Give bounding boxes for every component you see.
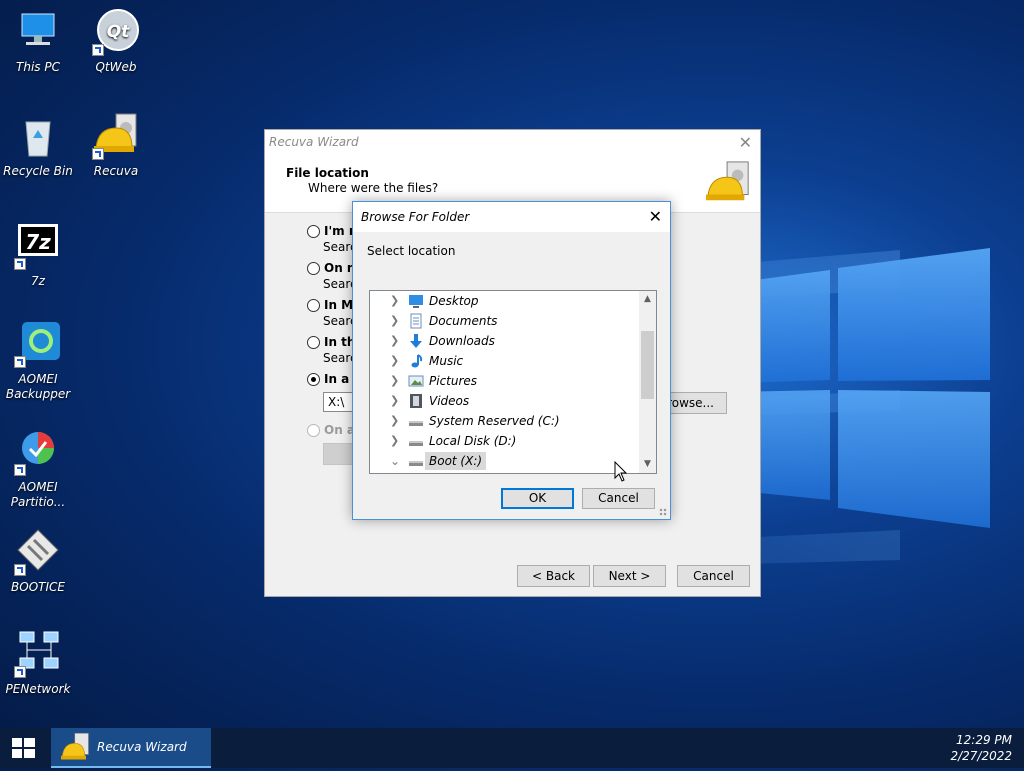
tree-item-music[interactable]: ❯ Music [370, 351, 640, 371]
chevron-right-icon[interactable]: ❯ [390, 394, 399, 407]
shortcut-arrow-icon [14, 666, 26, 678]
tree-item-documents[interactable]: ❯ Documents [370, 311, 640, 331]
desktop-icon-recycle-bin[interactable]: Recycle Bin [0, 112, 76, 179]
computer-icon [14, 8, 62, 56]
recuva-icon [61, 732, 91, 762]
drive-icon [408, 433, 424, 449]
browse-cancel-button[interactable]: Cancel [582, 488, 655, 509]
tree-item-downloads[interactable]: ❯ Downloads [370, 331, 640, 351]
browse-titlebar[interactable]: Browse For Folder ✕ [353, 202, 670, 232]
disabled-control [323, 443, 355, 465]
tree-scrollbar[interactable]: ▲ ▼ [639, 291, 656, 473]
videos-icon [408, 393, 424, 409]
radio-button[interactable] [307, 225, 320, 238]
wizard-step-title: File location [286, 166, 369, 180]
back-button[interactable]: < Back [517, 565, 590, 587]
browse-button[interactable]: rowse... [665, 392, 727, 414]
radio-button[interactable] [307, 336, 320, 349]
desktop-icon-recuva[interactable]: Recuva [78, 112, 154, 179]
wizard-cancel-button[interactable]: Cancel [677, 565, 750, 587]
chevron-right-icon[interactable]: ❯ [390, 314, 399, 327]
desktop-icon-this-pc[interactable]: This PC [0, 8, 76, 75]
scroll-up-icon[interactable]: ▲ [639, 291, 656, 308]
music-icon [408, 353, 424, 369]
tree-item-boot[interactable]: ⌄ Boot (X:) [370, 451, 640, 471]
browse-instruction: Select location [367, 244, 456, 258]
close-icon[interactable]: ✕ [649, 207, 662, 226]
wizard-title: Recuva Wizard [269, 135, 359, 149]
taskbar-item-recuva-wizard[interactable]: Recuva Wizard [51, 728, 211, 768]
desktop-icon-penetwork[interactable]: PENetwork [0, 630, 76, 697]
desktop-icon-bootice[interactable]: BOOTICE [0, 528, 76, 595]
close-icon[interactable]: ✕ [739, 133, 752, 152]
documents-icon [408, 313, 424, 329]
chevron-right-icon[interactable]: ❯ [390, 334, 399, 347]
radio-button[interactable] [307, 262, 320, 275]
desktop-icon-aomei-partition[interactable]: AOMEI Partitio... [0, 428, 76, 510]
shortcut-arrow-icon [92, 44, 104, 56]
browse-title: Browse For Folder [361, 210, 470, 224]
windows-logo-icon [12, 738, 35, 758]
next-button[interactable]: Next > [593, 565, 666, 587]
svg-text:7z: 7z [25, 230, 51, 254]
downloads-icon [408, 333, 424, 349]
aomei-partition-icon [14, 428, 62, 476]
system-clock[interactable]: 12:29 PM 2/27/2022 [950, 732, 1012, 764]
shortcut-arrow-icon [14, 564, 26, 576]
scroll-thumb[interactable] [641, 331, 654, 399]
scroll-down-icon[interactable]: ▼ [639, 456, 656, 473]
radio-button [307, 424, 320, 437]
desktop-icon [408, 293, 424, 309]
chevron-right-icon[interactable]: ❯ [390, 354, 399, 367]
chevron-right-icon[interactable]: ❯ [390, 374, 399, 387]
ok-button[interactable]: OK [501, 488, 574, 509]
clock-time: 12:29 PM [956, 733, 1012, 747]
shortcut-arrow-icon [92, 148, 104, 160]
tree-item-local-disk[interactable]: ❯ Local Disk (D:) [370, 431, 640, 451]
chevron-down-icon[interactable]: ⌄ [390, 454, 400, 468]
recuva-icon [92, 112, 140, 160]
chevron-right-icon[interactable]: ❯ [390, 294, 399, 307]
taskbar: Recuva Wizard 12:29 PM 2/27/2022 [0, 728, 1024, 768]
mouse-cursor-icon [614, 461, 628, 482]
drive-icon [408, 453, 424, 469]
desktop-icon-qtweb[interactable]: Qt QtWeb [78, 8, 154, 75]
qtweb-icon: Qt [92, 8, 140, 56]
tree-item-videos[interactable]: ❯ Videos [370, 391, 640, 411]
radio-button-selected[interactable] [307, 373, 320, 386]
recuva-logo-icon [706, 160, 752, 206]
network-icon [14, 630, 62, 678]
svg-text:Qt: Qt [107, 22, 130, 42]
recycle-bin-icon [14, 112, 62, 160]
shortcut-arrow-icon [14, 258, 26, 270]
tree-item-pictures[interactable]: ❯ Pictures [370, 371, 640, 391]
drive-icon [408, 413, 424, 429]
resize-grip-icon[interactable] [659, 508, 667, 516]
tree-item-system-reserved[interactable]: ❯ System Reserved (C:) [370, 411, 640, 431]
desktop-icon-7z[interactable]: 7z 7z [0, 222, 76, 289]
clock-date: 2/27/2022 [950, 749, 1012, 763]
shortcut-arrow-icon [14, 356, 26, 368]
start-button[interactable] [0, 728, 48, 768]
tree-item-desktop[interactable]: ❯ Desktop [370, 291, 640, 311]
7zip-icon: 7z [14, 222, 62, 270]
radio-button[interactable] [307, 299, 320, 312]
bootice-icon [14, 528, 62, 576]
pictures-icon [408, 373, 424, 389]
wizard-step-subtitle: Where were the files? [308, 181, 439, 195]
chevron-right-icon[interactable]: ❯ [390, 414, 399, 427]
folder-tree[interactable]: ❯ Desktop ❯ Documents ❯ Downloads ❯ Musi… [369, 290, 657, 474]
shortcut-arrow-icon [14, 464, 26, 476]
wizard-titlebar[interactable]: Recuva Wizard ✕ [265, 130, 760, 154]
chevron-right-icon[interactable]: ❯ [390, 434, 399, 447]
desktop-icon-aomei-backupper[interactable]: AOMEI Backupper [0, 320, 76, 402]
aomei-backupper-icon [14, 320, 62, 368]
